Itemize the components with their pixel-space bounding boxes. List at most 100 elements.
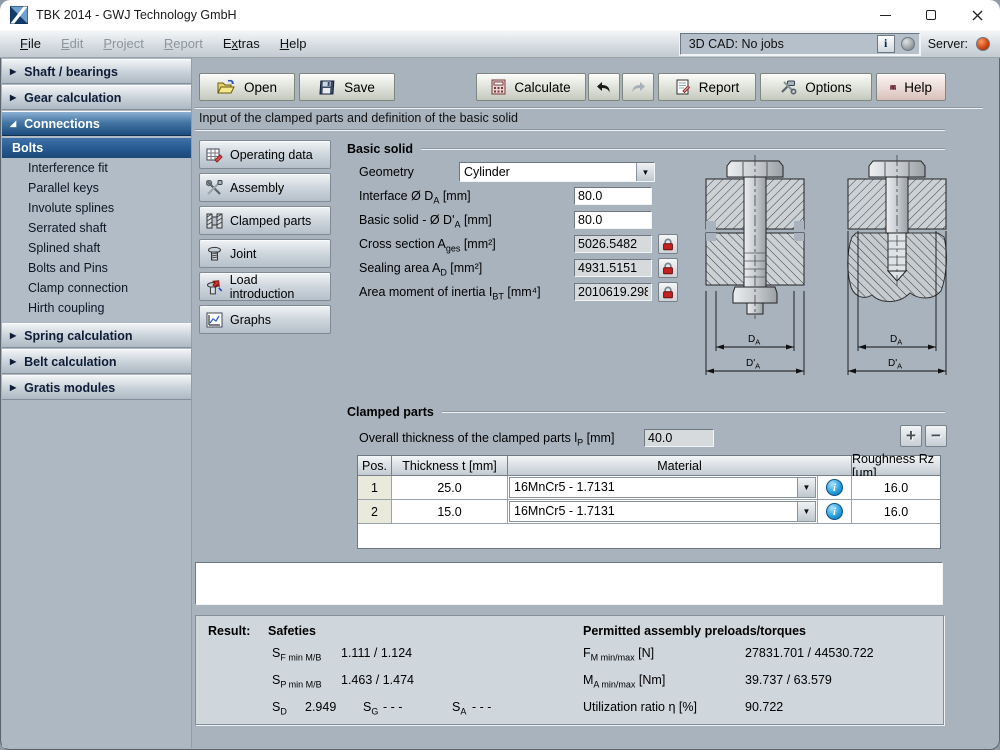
torque-ma-row: MA min/max [Nm]39.737 / 63.579: [583, 673, 832, 687]
collapsed-triangle-icon: ▶: [10, 331, 16, 340]
row1-material-select[interactable]: 16MnCr5 - 1.7131▼: [508, 476, 818, 500]
chevron-down-icon[interactable]: ▼: [797, 502, 815, 521]
sidebar-item-splined-shaft[interactable]: Splined shaft: [2, 238, 191, 258]
row2-material-info[interactable]: i: [818, 500, 852, 524]
toolbar-file-group: Open Save: [199, 73, 395, 101]
lock-button[interactable]: [658, 282, 678, 302]
minimize-button[interactable]: [862, 0, 908, 30]
result-panel: Result: Safeties SF min M/B1.111 / 1.124…: [195, 615, 944, 725]
cad-status-text: 3D CAD: No jobs: [689, 37, 871, 51]
interface-diameter-input[interactable]: [574, 187, 652, 205]
chevron-down-icon[interactable]: ▼: [636, 163, 654, 181]
window-title: TBK 2014 - GWJ Technology GmbH: [36, 8, 237, 22]
safety-sf-row: SF min M/B1.111 / 1.124: [272, 646, 412, 660]
minimize-icon: [880, 15, 891, 16]
nav-button-column: Operating data Assembly Clamped: [199, 140, 331, 338]
sidebar-section-shaft-bearings[interactable]: ▶ Shaft / bearings: [2, 59, 191, 84]
redo-button[interactable]: [622, 73, 654, 101]
chevron-down-icon[interactable]: ▼: [797, 478, 815, 497]
field-label: Area moment of inertia IBT [mm⁴]: [359, 285, 574, 299]
open-folder-icon: [217, 79, 236, 95]
app-window: TBK 2014 - GWJ Technology GmbH File Edit…: [0, 0, 1000, 750]
server-label: Server:: [928, 37, 968, 51]
sidebar-item-bolts-and-pins[interactable]: Bolts and Pins: [2, 258, 191, 278]
undo-button[interactable]: [588, 73, 620, 101]
result-label: Result:: [208, 624, 250, 638]
toolbar-calc-group: Calculate: [476, 73, 654, 101]
operating-data-button[interactable]: Operating data: [199, 140, 331, 169]
remove-row-button[interactable]: −: [925, 425, 947, 447]
title-rule: [421, 148, 945, 150]
sidebar-item-interference-fit[interactable]: Interference fit: [2, 158, 191, 178]
graphs-button[interactable]: Graphs: [199, 305, 331, 334]
clamped-parts-button[interactable]: Clamped parts: [199, 206, 331, 235]
geometry-select[interactable]: Cylinder ▼: [459, 162, 655, 182]
safeties-title: Safeties: [268, 624, 316, 638]
row2-material-select[interactable]: 16MnCr5 - 1.7131▼: [508, 500, 818, 524]
menu-file[interactable]: File: [10, 33, 51, 54]
assembly-button[interactable]: Assembly: [199, 173, 331, 202]
add-row-button[interactable]: +: [900, 425, 922, 447]
menu-help[interactable]: Help: [270, 33, 317, 54]
field-label: Cross section Ages [mm²]: [359, 237, 574, 251]
sidebar: ▶ Shaft / bearings ▶ Gear calculation ◢ …: [2, 58, 192, 748]
collapsed-triangle-icon: ▶: [10, 383, 16, 392]
sidebar-section-gratis-modules[interactable]: ▶ Gratis modules: [2, 375, 191, 400]
info-icon: i: [826, 479, 843, 496]
connections-item-list: Bolts Interference fit Parallel keys Inv…: [2, 136, 191, 322]
sidebar-section-gear-calculation[interactable]: ▶ Gear calculation: [2, 85, 191, 110]
sidebar-item-serrated-shaft[interactable]: Serrated shaft: [2, 218, 191, 238]
operating-data-icon: [206, 147, 223, 163]
cad-info-button[interactable]: i: [877, 35, 895, 53]
through-bolt-diagram: DA D'A: [698, 153, 810, 393]
close-button[interactable]: [954, 0, 1000, 30]
sidebar-item-bolts[interactable]: Bolts: [2, 138, 191, 158]
main-content: Open Save Calculate: [193, 58, 998, 748]
row1-material-info[interactable]: i: [818, 476, 852, 500]
basic-solid-diameter-input[interactable]: [574, 211, 652, 229]
sealing-area-value: [574, 259, 652, 277]
section-label: Belt calculation: [24, 355, 116, 369]
column-header-material: Material: [508, 456, 852, 476]
safety-sd-sg-sa-row: SD2.949SG- - -SA- - -: [272, 700, 491, 714]
toolbar-report-group: Report Options ? Help: [658, 73, 946, 101]
lock-icon: [662, 286, 674, 299]
message-box: [195, 562, 943, 605]
titlebar: TBK 2014 - GWJ Technology GmbH: [0, 0, 1000, 30]
info-icon: i: [826, 503, 843, 520]
close-icon: [972, 10, 983, 21]
row2-roughness[interactable]: 16.0: [852, 500, 940, 524]
lock-button[interactable]: [658, 258, 678, 278]
report-button[interactable]: Report: [658, 73, 756, 101]
preload-fm-row: FM min/max [N]27831.701 / 44530.722: [583, 646, 874, 660]
calculator-icon: [491, 79, 506, 95]
svg-text:D'A: D'A: [746, 358, 760, 371]
save-button[interactable]: Save: [299, 73, 395, 101]
collapsed-triangle-icon: ▶: [10, 67, 16, 76]
maximize-button[interactable]: [908, 0, 954, 30]
options-button[interactable]: Options: [760, 73, 872, 101]
calculate-button[interactable]: Calculate: [476, 73, 586, 101]
menu-extras[interactable]: Extras: [213, 33, 270, 54]
column-header-roughness: Roughness Rz [µm]: [852, 456, 940, 476]
clamped-parts-icon: [206, 213, 223, 229]
section-label: Shaft / bearings: [24, 65, 118, 79]
menu-project: Project: [93, 33, 153, 54]
load-introduction-button[interactable]: Load introduction: [199, 272, 331, 301]
help-button[interactable]: ? Help: [876, 73, 946, 101]
sidebar-item-hirth-coupling[interactable]: Hirth coupling: [2, 298, 191, 318]
sidebar-item-involute-splines[interactable]: Involute splines: [2, 198, 191, 218]
row2-thickness[interactable]: 15.0: [392, 500, 508, 524]
menu-edit: Edit: [51, 33, 93, 54]
undo-arrow-icon: [596, 81, 612, 94]
joint-button[interactable]: Joint: [199, 239, 331, 268]
sidebar-section-connections[interactable]: ◢ Connections: [2, 111, 191, 136]
sidebar-section-spring-calculation[interactable]: ▶ Spring calculation: [2, 323, 191, 348]
sidebar-item-clamp-connection[interactable]: Clamp connection: [2, 278, 191, 298]
row1-thickness[interactable]: 25.0: [392, 476, 508, 500]
open-button[interactable]: Open: [199, 73, 295, 101]
sidebar-section-belt-calculation[interactable]: ▶ Belt calculation: [2, 349, 191, 374]
lock-button[interactable]: [658, 234, 678, 254]
sidebar-item-parallel-keys[interactable]: Parallel keys: [2, 178, 191, 198]
row1-roughness[interactable]: 16.0: [852, 476, 940, 500]
